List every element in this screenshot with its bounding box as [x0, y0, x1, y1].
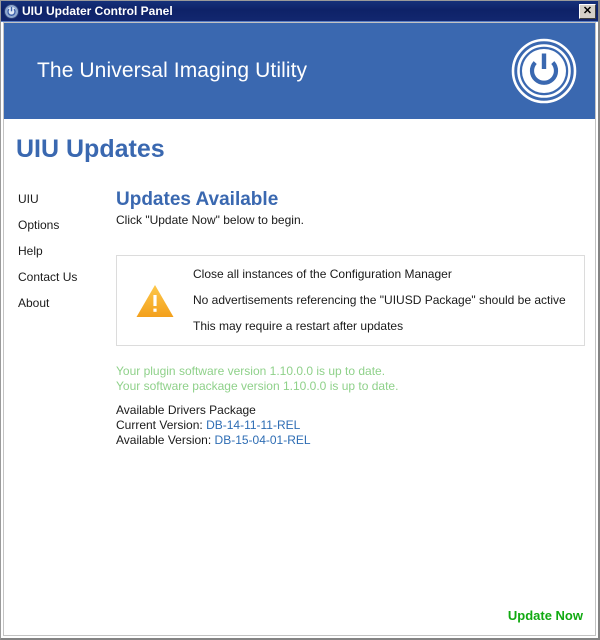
brand-title: The Universal Imaging Utility [37, 59, 308, 82]
updates-available-subtitle: Click "Update Now" below to begin. [116, 213, 304, 227]
drivers-available-version-row: Available Version: DB-15-04-01-REL [116, 433, 585, 448]
update-now-button[interactable]: Update Now [508, 608, 583, 623]
power-button-logo-icon [511, 38, 577, 104]
client-area: The Universal Imaging Utility UIU Update… [1, 21, 598, 638]
main-content: Updates Available Click "Update Now" bel… [116, 189, 585, 448]
updates-available-heading: Updates Available [116, 189, 279, 210]
power-icon [4, 3, 19, 19]
warning-triangle-icon [133, 281, 177, 321]
status-block: Your plugin software version 1.10.0.0 is… [116, 364, 585, 394]
drivers-available-version-value: DB-15-04-01-REL [214, 433, 311, 447]
warning-line-3: This may require a restart after updates [193, 319, 404, 333]
drivers-current-version-label: Current Version: [116, 418, 203, 432]
warning-lines: Close all instances of the Configuration… [193, 268, 578, 333]
close-icon[interactable]: ✕ [579, 3, 596, 19]
sidebar-item-contact-us[interactable]: Contact Us [18, 271, 108, 283]
page-title: UIU Updates [16, 135, 165, 163]
warning-panel: Close all instances of the Configuration… [116, 255, 585, 346]
drivers-current-version-value: DB-14-11-11-REL [206, 418, 301, 432]
status-plugin-version: Your plugin software version 1.10.0.0 is… [116, 364, 386, 378]
warning-line-1: Close all instances of the Configuration… [193, 267, 452, 281]
sidebar-item-about[interactable]: About [18, 297, 108, 309]
drivers-package-block: Available Drivers Package Current Versio… [116, 403, 585, 448]
footer-actions: Update Now [508, 607, 583, 625]
sidebar-nav: UIU Options Help Contact Us About [18, 193, 108, 323]
sidebar-item-help[interactable]: Help [18, 245, 108, 257]
title-bar: UIU Updater Control Panel ✕ [1, 1, 598, 21]
window-title: UIU Updater Control Panel [22, 4, 173, 18]
drivers-current-version-row: Current Version: DB-14-11-11-REL [116, 418, 585, 433]
app-window: UIU Updater Control Panel ✕ The Universa… [0, 0, 600, 640]
client-inset: The Universal Imaging Utility UIU Update… [3, 22, 596, 636]
warning-line-2: No advertisements referencing the "UIUSD… [193, 293, 566, 307]
brand-banner: The Universal Imaging Utility [4, 23, 595, 119]
sidebar-item-uiu[interactable]: UIU [18, 193, 108, 205]
page-body: UIU Updates UIU Options Help Contact Us … [4, 119, 595, 635]
sidebar-item-options[interactable]: Options [18, 219, 108, 231]
drivers-available-version-label: Available Version: [116, 433, 212, 447]
drivers-package-title: Available Drivers Package [116, 403, 256, 417]
status-package-version: Your software package version 1.10.0.0 i… [116, 379, 399, 393]
